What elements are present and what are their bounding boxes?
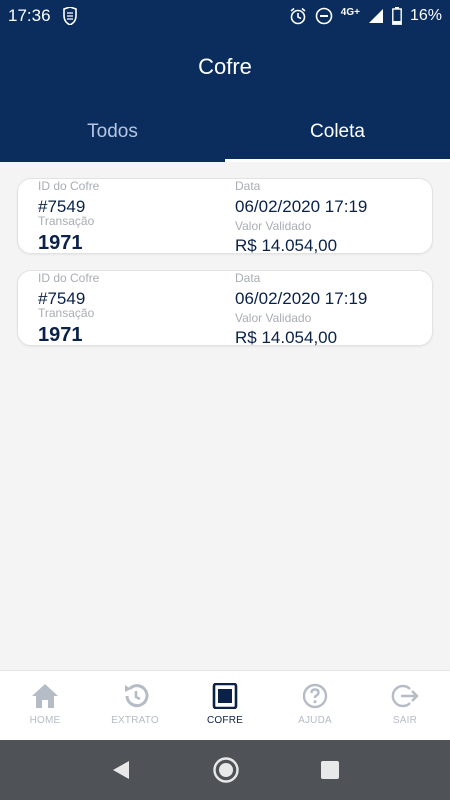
safe-card[interactable]: ID do Cofre #7549 Transação 1971 Data 06… [17,178,433,255]
amount-label: Valor Validado [235,219,312,233]
do-not-disturb-icon [315,7,333,25]
signal-icon [368,8,384,24]
date-value: 06/02/2020 17:19 [235,197,368,216]
history-icon [121,683,149,709]
nav-home[interactable]: HOME [0,671,90,740]
nav-home-label: HOME [29,715,61,726]
nav-cofre[interactable]: COFRE [180,671,270,740]
logout-icon [391,683,419,709]
status-icons: 4G+ 16% [289,7,442,25]
nav-ajuda-label: AJUDA [298,715,332,726]
bottom-navigation: HOME EXTRATO COFRE AJUDA SAIR [0,670,450,740]
safe-id-label: ID do Cofre [38,179,100,193]
date-value: 06/02/2020 17:19 [235,289,368,308]
date-label: Data [235,179,261,193]
page-title: Cofre [198,54,252,79]
content-area: ID do Cofre #7549 Transação 1971 Data 06… [0,162,450,670]
safe-icon [212,683,238,709]
transaction-label: Transação [38,214,95,228]
system-navigation-bar [0,740,450,800]
status-time: 17:36 [8,6,51,25]
amount-label: Valor Validado [235,311,312,325]
tab-coleta[interactable]: Coleta [225,102,450,162]
battery-icon [392,7,402,25]
safe-card[interactable]: ID do Cofre #7549 Transação 1971 Data 06… [17,270,433,347]
date-label: Data [235,271,261,285]
battery-percentage: 16% [409,7,442,24]
app-bar: Cofre [0,32,450,102]
transaction-value: 1971 [38,324,83,346]
home-circle-icon[interactable] [212,756,240,784]
safe-id-label: ID do Cofre [38,271,100,285]
nav-extrato[interactable]: EXTRATO [90,671,180,740]
shield-icon [62,6,77,26]
status-bar: 17:36 4G+ 16% [0,0,450,32]
help-icon [302,683,328,709]
recents-icon[interactable] [320,760,340,780]
nav-cofre-label: COFRE [207,715,243,726]
nav-sair-label: SAIR [392,715,418,726]
alarm-icon [289,7,307,25]
back-icon[interactable] [110,759,132,781]
amount-value: R$ 14.054,00 [235,236,338,255]
transaction-value: 1971 [38,232,83,254]
network-label: 4G+ [340,6,360,18]
home-icon [31,683,59,709]
tab-bar: Todos Coleta [0,102,450,162]
nav-ajuda[interactable]: AJUDA [270,671,360,740]
amount-value: R$ 14.054,00 [235,328,338,347]
tab-todos[interactable]: Todos [0,102,225,162]
nav-sair[interactable]: SAIR [360,671,450,740]
transaction-label: Transação [38,306,95,320]
nav-extrato-label: EXTRATO [111,715,159,726]
